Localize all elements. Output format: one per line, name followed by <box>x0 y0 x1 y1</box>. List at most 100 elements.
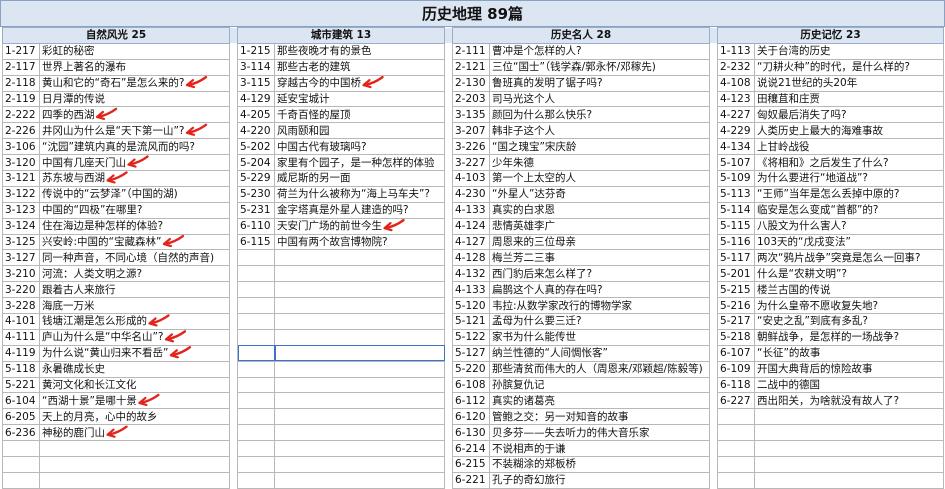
episode-code-cell[interactable]: 3-226 <box>452 138 490 156</box>
episode-code-cell[interactable]: 6-104 <box>2 392 40 410</box>
episode-title-cell[interactable]: 金字塔真是外星人建造的吗? <box>274 201 445 219</box>
episode-title-cell[interactable]: 第一个上太空的人 <box>489 170 710 187</box>
episode-title-cell[interactable]: 黄山和它的“奇石”是怎么来的? <box>39 74 230 92</box>
episode-code-cell[interactable]: 4-127 <box>452 233 490 251</box>
episode-code-cell[interactable]: 3-210 <box>2 265 40 283</box>
episode-title-cell[interactable]: 朝鲜战争，是怎样的一场战争? <box>754 328 944 346</box>
episode-title-cell[interactable] <box>274 249 445 267</box>
episode-title-cell[interactable]: 四季的西湖 <box>39 106 230 124</box>
episode-code-cell[interactable]: 2-121 <box>452 58 490 76</box>
episode-title-cell[interactable]: 两次“鸦片战争”突竟是怎么一回事? <box>754 249 944 267</box>
episode-code-cell[interactable]: 3-125 <box>2 233 40 251</box>
episode-code-cell[interactable]: 2-111 <box>452 42 490 60</box>
episode-code-cell[interactable]: 6-227 <box>717 392 755 410</box>
episode-title-cell[interactable] <box>754 440 944 458</box>
episode-title-cell[interactable] <box>274 392 445 410</box>
episode-code-cell[interactable]: 6-215 <box>452 456 490 473</box>
episode-title-cell[interactable]: 孙膑复仇记 <box>489 376 710 394</box>
episode-title-cell[interactable]: 那些夜晚才有的景色 <box>274 42 445 60</box>
episode-code-cell[interactable]: 5-113 <box>717 185 755 203</box>
episode-code-cell[interactable]: 4-103 <box>452 170 490 187</box>
episode-title-cell[interactable]: 梅兰芳二三事 <box>489 249 710 267</box>
episode-title-cell[interactable]: 匈奴最后消失了吗? <box>754 106 944 124</box>
episode-code-cell[interactable]: 2-117 <box>2 58 40 76</box>
episode-title-cell[interactable]: 悲情英雄李广 <box>489 217 710 235</box>
episode-code-cell[interactable]: 6-130 <box>452 424 490 442</box>
episode-title-cell[interactable]: 彩虹的秘密 <box>39 42 230 60</box>
episode-title-cell[interactable]: 日月潭的传说 <box>39 90 230 108</box>
episode-title-cell[interactable]: 苏东坡与西湖 <box>39 170 230 187</box>
episode-code-cell[interactable]: 4-111 <box>2 328 40 346</box>
episode-code-cell[interactable]: 2-130 <box>452 74 490 92</box>
episode-code-cell[interactable]: 3-228 <box>2 297 40 315</box>
episode-title-cell[interactable] <box>274 471 445 489</box>
episode-code-cell[interactable]: 6-205 <box>2 408 40 426</box>
episode-code-cell[interactable]: 5-122 <box>452 328 490 346</box>
episode-title-cell[interactable]: 西出阳关，为啥就没有故人了? <box>754 392 944 410</box>
episode-code-cell[interactable]: 6-115 <box>237 233 275 251</box>
episode-code-cell[interactable] <box>237 440 275 458</box>
episode-title-cell[interactable] <box>754 408 944 426</box>
episode-title-cell[interactable] <box>274 360 445 378</box>
episode-title-cell[interactable]: 孟母为什么要三迁? <box>489 313 710 330</box>
episode-title-cell[interactable]: 神秘的鹿门山 <box>39 424 230 442</box>
episode-title-cell[interactable]: 中国有几座天门山 <box>39 154 230 172</box>
episode-code-cell[interactable]: 5-118 <box>2 360 40 378</box>
episode-title-cell[interactable]: 为什么说“黄山归来不看岳” <box>39 344 230 362</box>
episode-title-cell[interactable] <box>274 456 445 473</box>
episode-title-cell[interactable] <box>274 328 445 346</box>
episode-title-cell[interactable]: 韩非子这个人 <box>489 122 710 140</box>
episode-code-cell[interactable]: 5-114 <box>717 201 755 219</box>
episode-code-cell[interactable]: 5-116 <box>717 233 755 251</box>
episode-code-cell[interactable]: 3-122 <box>2 185 40 203</box>
episode-code-cell[interactable] <box>717 424 755 442</box>
episode-code-cell[interactable]: 3-115 <box>237 74 275 92</box>
episode-title-cell[interactable]: 曹冲是个怎样的人? <box>489 42 710 60</box>
episode-code-cell[interactable]: 3-120 <box>2 154 40 172</box>
episode-title-cell[interactable] <box>274 265 445 283</box>
episode-title-cell[interactable]: 兴安岭:中国的“宝藏森林” <box>39 233 230 251</box>
episode-code-cell[interactable]: 3-123 <box>2 201 40 219</box>
episode-title-cell[interactable]: 二战中的德国 <box>754 376 944 394</box>
episode-code-cell[interactable]: 2-203 <box>452 90 490 108</box>
episode-title-cell[interactable]: 为什么皇帝不愿收复失地? <box>754 297 944 315</box>
episode-title-cell[interactable] <box>274 408 445 426</box>
episode-title-cell[interactable]: 永暑礁成长史 <box>39 360 230 378</box>
episode-code-cell[interactable]: 4-123 <box>717 90 755 108</box>
episode-code-cell[interactable]: 5-221 <box>2 376 40 394</box>
episode-code-cell[interactable] <box>237 471 275 489</box>
episode-title-cell[interactable]: “沈园”建筑内真的是流风而的吗? <box>39 138 230 156</box>
episode-code-cell[interactable] <box>237 408 275 426</box>
episode-code-cell[interactable] <box>237 249 275 267</box>
episode-title-cell[interactable] <box>274 281 445 299</box>
episode-code-cell[interactable] <box>237 376 275 394</box>
episode-title-cell[interactable] <box>39 471 230 489</box>
episode-code-cell[interactable]: 4-133 <box>452 201 490 219</box>
episode-title-cell[interactable]: 庐山为什么是“中华名山”? <box>39 328 230 346</box>
episode-title-cell[interactable]: “外星人”达芬奇 <box>489 185 710 203</box>
episode-code-cell[interactable] <box>237 360 275 378</box>
episode-title-cell[interactable] <box>274 376 445 394</box>
episode-code-cell[interactable]: 1-113 <box>717 42 755 60</box>
episode-code-cell[interactable]: 5-115 <box>717 217 755 235</box>
episode-title-cell[interactable]: 天安门广场的前世今生 <box>274 217 445 235</box>
episode-title-cell[interactable]: 少年朱德 <box>489 154 710 172</box>
episode-code-cell[interactable]: 3-135 <box>452 106 490 124</box>
episode-code-cell[interactable]: 5-117 <box>717 249 755 267</box>
episode-code-cell[interactable] <box>237 424 275 442</box>
episode-code-cell[interactable] <box>237 313 275 330</box>
episode-code-cell[interactable]: 5-217 <box>717 313 755 330</box>
episode-title-cell[interactable]: 人类历史上最大的海难事故 <box>754 122 944 140</box>
episode-code-cell[interactable]: 4-230 <box>452 185 490 203</box>
episode-code-cell[interactable]: 4-119 <box>2 344 40 362</box>
episode-code-cell[interactable]: 4-227 <box>717 106 755 124</box>
episode-title-cell[interactable]: 上甘岭战役 <box>754 138 944 156</box>
episode-code-cell[interactable]: 2-119 <box>2 90 40 108</box>
episode-title-cell[interactable]: 井冈山为什么是“天下第一山”? <box>39 122 230 140</box>
episode-code-cell[interactable] <box>2 456 40 473</box>
episode-title-cell[interactable]: 《将相和》之后发生了什么? <box>754 154 944 172</box>
episode-code-cell[interactable]: 4-101 <box>2 313 40 330</box>
episode-title-cell[interactable] <box>274 424 445 442</box>
episode-title-cell[interactable]: “国之瑰宝”宋庆龄 <box>489 138 710 156</box>
episode-code-cell[interactable]: 5-216 <box>717 297 755 315</box>
